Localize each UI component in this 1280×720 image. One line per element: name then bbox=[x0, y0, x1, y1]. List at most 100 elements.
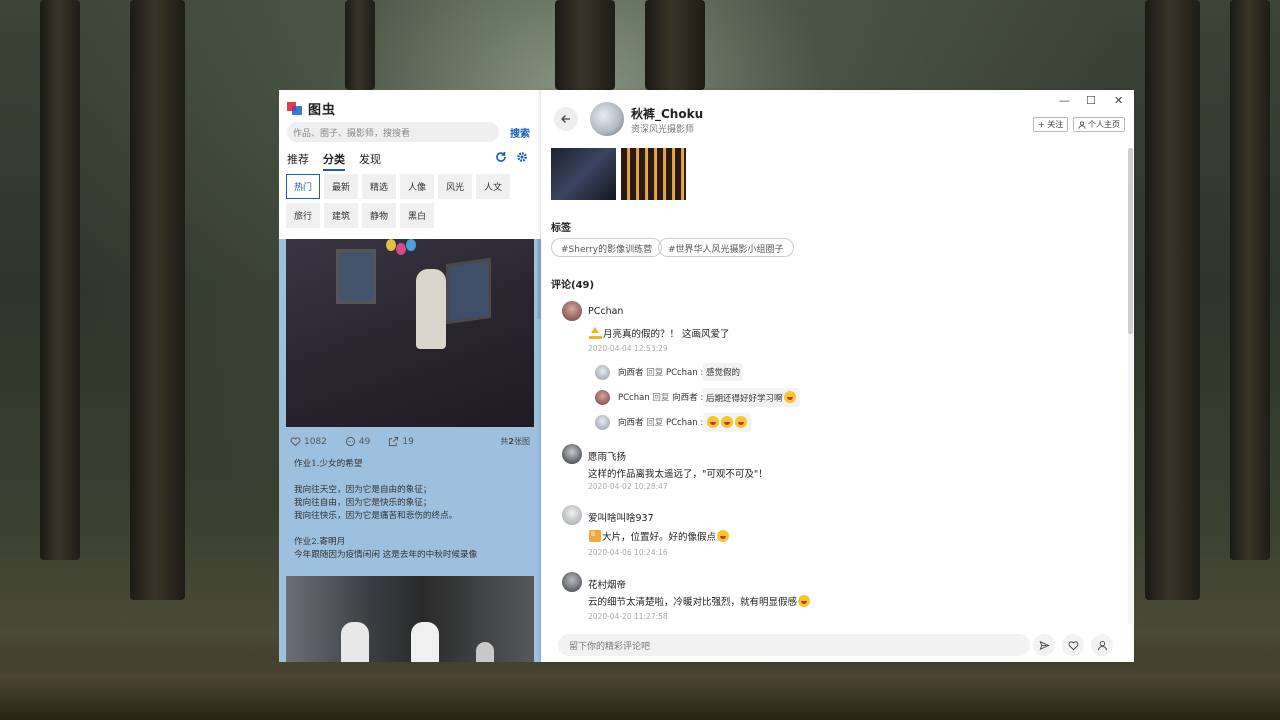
category-humanity[interactable]: 人文 bbox=[476, 174, 510, 199]
comment-user[interactable]: 花村烟帝 bbox=[588, 577, 626, 591]
laugh-emoji-icon bbox=[707, 416, 719, 428]
tag-item[interactable]: #Sherry的影像训练营 bbox=[551, 238, 663, 257]
comment-text: 月亮真的假的？！ 这画风爱了 bbox=[588, 326, 730, 340]
comment-input[interactable]: 留下你的精彩评论吧 bbox=[558, 634, 1030, 656]
photo-detail-window: 秋裤_Choku 资深风光摄影师 — ☐ ✕ + 关注 个人主页 标签 #She… bbox=[541, 90, 1134, 662]
detail-scrollbar[interactable] bbox=[1128, 148, 1133, 334]
avatar[interactable] bbox=[595, 415, 610, 430]
profile-button[interactable] bbox=[1091, 634, 1113, 656]
comment-count: 49 bbox=[358, 436, 371, 447]
author-title: 资深风光摄影师 bbox=[631, 125, 695, 135]
detail-content: 标签 #Sherry的影像训练营 #世界华人风光摄影小组圈子 评论(49) PC… bbox=[541, 148, 1134, 624]
reply-text: 后期还得好好学习啊 bbox=[703, 388, 800, 407]
detail-header: 秋裤_Choku 资深风光摄影师 — ☐ ✕ + 关注 个人主页 bbox=[541, 90, 1134, 148]
reply-head: 向西者 回复 PCchan : bbox=[618, 368, 704, 378]
laugh-emoji-icon bbox=[798, 595, 811, 607]
logo-icon bbox=[287, 102, 302, 115]
send-icon bbox=[1039, 640, 1050, 650]
image-count: 共2张图 bbox=[500, 437, 530, 446]
avatar[interactable] bbox=[562, 301, 582, 321]
avatar[interactable] bbox=[595, 365, 610, 380]
comment-user[interactable]: PCchan bbox=[588, 306, 623, 317]
like-count: 1082 bbox=[304, 436, 327, 447]
laugh-emoji-icon bbox=[735, 416, 747, 428]
like-button[interactable] bbox=[1062, 634, 1084, 656]
share-button[interactable]: 19 bbox=[388, 436, 414, 447]
photo-thumbnail-1[interactable] bbox=[551, 148, 616, 200]
author-avatar[interactable] bbox=[590, 102, 624, 136]
minimize-button[interactable]: — bbox=[1059, 94, 1070, 107]
back-button[interactable] bbox=[554, 107, 578, 131]
photo-feed: 1082 49 19 共2张图 作业1.少女的希望 我向往天空，因为它是自由的象… bbox=[279, 239, 541, 662]
category-landscape[interactable]: 风光 bbox=[438, 174, 472, 199]
category-portrait[interactable]: 人像 bbox=[400, 174, 434, 199]
comment-user[interactable]: 爱叫啥叫啥937 bbox=[588, 510, 654, 524]
comment-user[interactable]: 愿雨飞扬 bbox=[588, 449, 626, 463]
tab-recommend[interactable]: 推荐 bbox=[287, 151, 309, 171]
avatar[interactable] bbox=[562, 572, 582, 592]
author-name[interactable]: 秋裤_Choku bbox=[631, 105, 703, 122]
homepage-button[interactable]: 个人主页 bbox=[1073, 117, 1125, 132]
photo-thumbnail-2[interactable] bbox=[621, 148, 686, 200]
search-button[interactable]: 搜索 bbox=[510, 125, 530, 140]
crown-emoji-icon bbox=[589, 327, 602, 339]
tab-discover[interactable]: 发现 bbox=[359, 151, 381, 171]
follow-button[interactable]: + 关注 bbox=[1033, 117, 1069, 132]
category-latest[interactable]: 最新 bbox=[324, 174, 358, 199]
avatar[interactable] bbox=[562, 505, 582, 525]
category-featured[interactable]: 精选 bbox=[362, 174, 396, 199]
category-grid: 热门 最新 精选 人像 风光 人文 旅行 建筑 静物 黑白 bbox=[286, 174, 536, 228]
category-hot[interactable]: 热门 bbox=[286, 174, 320, 199]
send-button[interactable] bbox=[1033, 634, 1055, 656]
tag-item[interactable]: #世界华人风光摄影小组圈子 bbox=[658, 238, 794, 257]
comment-time: 2020-04-06 10:24:16 bbox=[588, 548, 668, 557]
tuchong-main-window: 图虫 作品、圈子、摄影师，搜搜看 搜索 推荐 分类 发现 热门 最新 精选 人像… bbox=[279, 90, 541, 662]
reply-item: PCchan 回复 向西者 : 后期还得好好学习啊 bbox=[595, 388, 995, 407]
comment-time: 2020-04-04 12:53:29 bbox=[588, 344, 668, 353]
close-button[interactable]: ✕ bbox=[1114, 94, 1123, 107]
laugh-emoji-icon bbox=[717, 530, 730, 542]
comment-button[interactable]: 49 bbox=[345, 436, 370, 447]
comment-text: 大片，位置好。好的像假点 bbox=[588, 529, 730, 543]
avatar[interactable] bbox=[595, 390, 610, 405]
search-input[interactable]: 作品、圈子、摄影师，搜搜看 bbox=[287, 122, 499, 142]
tab-actions bbox=[495, 151, 528, 166]
reply-item: 向西者 回复 PCchan : 感觉假的 bbox=[595, 363, 995, 381]
main-tabs: 推荐 分类 发现 bbox=[287, 151, 381, 171]
post-photo-2[interactable] bbox=[286, 576, 534, 662]
post-description: 作业1.少女的希望 我向往天空，因为它是自由的象征； 我向往自由，因为它是快乐的… bbox=[294, 459, 478, 560]
app-logo[interactable]: 图虫 bbox=[287, 99, 336, 118]
like-button[interactable]: 1082 bbox=[290, 436, 327, 447]
comment-text: 这样的作品离我太遥远了，"可观不可及"！ bbox=[588, 469, 768, 480]
category-architecture[interactable]: 建筑 bbox=[324, 203, 358, 228]
category-black-white[interactable]: 黑白 bbox=[400, 203, 434, 228]
thumbs-up-emoji-icon bbox=[589, 530, 601, 542]
refresh-icon[interactable] bbox=[495, 151, 507, 166]
reply-text: 感觉假的 bbox=[703, 363, 744, 381]
comments-title: 评论(49) bbox=[551, 280, 595, 291]
user-icon bbox=[1078, 121, 1086, 129]
post-stats: 1082 49 19 共2张图 bbox=[290, 436, 530, 447]
share-count: 19 bbox=[402, 436, 414, 447]
category-still-life[interactable]: 静物 bbox=[362, 203, 396, 228]
settings-gear-icon[interactable] bbox=[516, 151, 528, 166]
arrow-left-icon bbox=[561, 115, 570, 123]
comment-icon bbox=[345, 436, 355, 447]
tags-title: 标签 bbox=[551, 223, 571, 234]
comment-time: 2020-04-20 11:27:58 bbox=[588, 612, 668, 621]
laugh-emoji-icon bbox=[783, 391, 796, 403]
comment-bar: 留下你的精彩评论吧 bbox=[541, 628, 1134, 662]
maximize-button[interactable]: ☐ bbox=[1086, 94, 1096, 107]
avatar[interactable] bbox=[562, 444, 582, 464]
reply-item: 向西者 回复 PCchan : bbox=[595, 413, 995, 432]
logo-text: 图虫 bbox=[308, 103, 337, 118]
reply-text bbox=[703, 413, 751, 432]
comment-time: 2020-04-02 10:28:47 bbox=[588, 482, 668, 491]
share-icon bbox=[389, 436, 399, 447]
header: 图虫 作品、圈子、摄影师，搜搜看 搜索 推荐 分类 发现 热门 最新 精选 人像… bbox=[279, 90, 541, 240]
category-travel[interactable]: 旅行 bbox=[286, 203, 320, 228]
post-photo[interactable] bbox=[286, 239, 534, 427]
heart-icon bbox=[1068, 640, 1078, 650]
laugh-emoji-icon bbox=[721, 416, 733, 428]
tab-category[interactable]: 分类 bbox=[323, 151, 345, 171]
